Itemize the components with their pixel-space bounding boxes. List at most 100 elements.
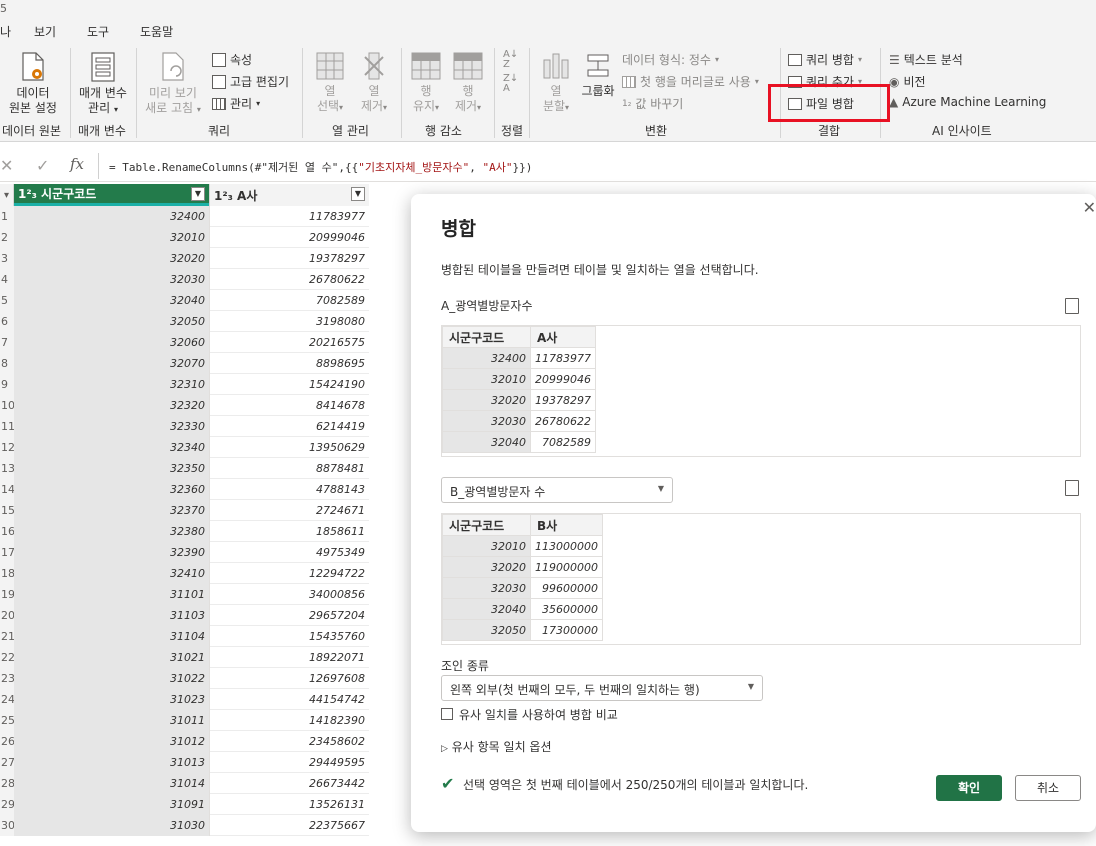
formula-input[interactable]: = Table.RenameColumns(#"제거된 열 수",{{"기초지자… <box>98 153 1088 179</box>
table-row[interactable]: 19 31101 34000856 <box>0 584 369 605</box>
cell-code[interactable]: 32060 <box>14 332 209 353</box>
cell-code[interactable]: 32020 <box>14 248 209 269</box>
menu-item-tools[interactable]: 도구 <box>87 23 109 40</box>
cell-code[interactable]: 31023 <box>14 689 209 710</box>
filter-dropdown-icon[interactable]: ▼ <box>191 187 205 201</box>
cell-a[interactable]: 15424190 <box>209 374 369 395</box>
text-analytics-button[interactable]: ☰ 텍스트 분석 <box>889 51 963 68</box>
azure-ml-button[interactable]: ▲ Azure Machine Learning <box>889 95 1046 109</box>
merge-queries-button[interactable]: 쿼리 병합 ▾ <box>788 51 862 68</box>
cancel-button[interactable]: 취소 <box>1015 775 1081 801</box>
cell-code[interactable]: 31011 <box>14 710 209 731</box>
menu-item-partial[interactable]: 나 <box>0 23 11 40</box>
cell-code[interactable]: 31021 <box>14 647 209 668</box>
table-row[interactable]: 17 32390 4975349 <box>0 542 369 563</box>
split-column-button[interactable]: 열 분할▾ <box>536 52 576 115</box>
sort-ascending-button[interactable]: A↓ Z <box>503 50 518 70</box>
table-row[interactable]: 30 31030 22375667 <box>0 815 369 836</box>
table-row[interactable]: 26 31012 23458602 <box>0 731 369 752</box>
cell-code[interactable]: 31104 <box>14 626 209 647</box>
cell-code[interactable]: 31101 <box>14 584 209 605</box>
cell-code[interactable]: 31013 <box>14 752 209 773</box>
table-row[interactable]: 6 32050 3198080 <box>0 311 369 332</box>
table-row[interactable]: 9 32310 15424190 <box>0 374 369 395</box>
cell-code[interactable]: 31022 <box>14 668 209 689</box>
replace-values-button[interactable]: 1₂ 값 바꾸기 <box>622 95 683 112</box>
cell-code[interactable]: 32310 <box>14 374 209 395</box>
table-row[interactable]: 24 31023 44154742 <box>0 689 369 710</box>
keep-rows-button[interactable]: 행 유지▾ <box>406 52 446 115</box>
ok-button[interactable]: 확인 <box>936 775 1002 801</box>
cell-code[interactable]: 32360 <box>14 479 209 500</box>
table-row[interactable]: 28 31014 26673442 <box>0 773 369 794</box>
cell-code[interactable]: 31103 <box>14 605 209 626</box>
data-source-settings-button[interactable]: 데이터 원본 설정 <box>4 52 62 116</box>
table-row[interactable]: 7 32060 20216575 <box>0 332 369 353</box>
table-row[interactable]: 12 32340 13950629 <box>0 437 369 458</box>
cell-a[interactable]: 15435760 <box>209 626 369 647</box>
table-row[interactable]: 10 32320 8414678 <box>0 395 369 416</box>
close-icon[interactable]: ✕ <box>1083 198 1096 217</box>
grid-corner-menu[interactable]: ▾ <box>0 184 14 206</box>
manage-parameters-button[interactable]: 매개 변수 관리 ▾ <box>74 52 132 117</box>
column-header-a[interactable]: 1²₃ A사 ▼ <box>209 184 369 206</box>
fuzzy-match-checkbox[interactable] <box>441 708 453 720</box>
menu-item-help[interactable]: 도움말 <box>140 23 173 40</box>
cell-code[interactable]: 31014 <box>14 773 209 794</box>
table-row[interactable]: 22 31021 18922071 <box>0 647 369 668</box>
fx-icon[interactable]: fx <box>70 155 84 173</box>
cell-code[interactable]: 31030 <box>14 815 209 836</box>
cell-code[interactable]: 32070 <box>14 353 209 374</box>
cell-a[interactable]: 6214419 <box>209 416 369 437</box>
table-row[interactable]: 15 32370 2724671 <box>0 500 369 521</box>
cell-code[interactable]: 31091 <box>14 794 209 815</box>
table-row[interactable]: 3 32020 19378297 <box>0 248 369 269</box>
cell-code[interactable]: 32370 <box>14 500 209 521</box>
cell-code[interactable]: 32380 <box>14 521 209 542</box>
table-row[interactable]: 5 32040 7082589 <box>0 290 369 311</box>
sort-descending-button[interactable]: Z↓ A <box>503 74 518 94</box>
advanced-editor-button[interactable]: 고급 편집기 <box>212 73 289 90</box>
table-row[interactable]: 25 31011 14182390 <box>0 710 369 731</box>
menu-item-view[interactable]: 보기 <box>34 23 56 40</box>
vision-button[interactable]: ◉ 비전 <box>889 73 926 90</box>
cell-a[interactable]: 4975349 <box>209 542 369 563</box>
cell-a[interactable]: 1858611 <box>209 521 369 542</box>
cell-code[interactable]: 32330 <box>14 416 209 437</box>
table-row[interactable]: 8 32070 8898695 <box>0 353 369 374</box>
remove-columns-button[interactable]: 열 제거▾ <box>354 52 394 115</box>
cell-a[interactable]: 34000856 <box>209 584 369 605</box>
cell-a[interactable]: 29449595 <box>209 752 369 773</box>
cell-a[interactable]: 26780622 <box>209 269 369 290</box>
cell-a[interactable]: 4788143 <box>209 479 369 500</box>
cell-a[interactable]: 20216575 <box>209 332 369 353</box>
cell-a[interactable]: 12294722 <box>209 563 369 584</box>
use-first-row-as-headers-button[interactable]: 첫 행을 머리글로 사용 ▾ <box>622 73 759 90</box>
cell-code[interactable]: 31012 <box>14 731 209 752</box>
cell-a[interactable]: 26673442 <box>209 773 369 794</box>
cell-a[interactable]: 18922071 <box>209 647 369 668</box>
cell-a[interactable]: 13526131 <box>209 794 369 815</box>
cell-a[interactable]: 44154742 <box>209 689 369 710</box>
cell-a[interactable]: 8898695 <box>209 353 369 374</box>
preview-column-header[interactable]: 시군구코드 <box>442 326 531 348</box>
data-type-dropdown[interactable]: 데이터 형식: 정수 ▾ <box>622 51 719 68</box>
cell-a[interactable]: 20999046 <box>209 227 369 248</box>
refresh-table-icon[interactable] <box>1065 480 1079 496</box>
column-header-code[interactable]: 1²₃ 시군구코드 ▼ <box>14 184 209 206</box>
table-row[interactable]: 23 31022 12697608 <box>0 668 369 689</box>
table-row[interactable]: 18 32410 12294722 <box>0 563 369 584</box>
table-row[interactable]: 27 31013 29449595 <box>0 752 369 773</box>
cell-a[interactable]: 19378297 <box>209 248 369 269</box>
table-row[interactable]: 16 32380 1858611 <box>0 521 369 542</box>
cell-a[interactable]: 8878481 <box>209 458 369 479</box>
table-row[interactable]: 14 32360 4788143 <box>0 479 369 500</box>
cell-a[interactable]: 23458602 <box>209 731 369 752</box>
table-row[interactable]: 13 32350 8878481 <box>0 458 369 479</box>
refresh-table-icon[interactable] <box>1065 298 1079 314</box>
cell-code[interactable]: 32390 <box>14 542 209 563</box>
cell-a[interactable]: 12697608 <box>209 668 369 689</box>
check-icon[interactable]: ✓ <box>36 156 49 175</box>
cell-code[interactable]: 32350 <box>14 458 209 479</box>
preview-column-header[interactable]: 시군구코드 <box>442 514 531 536</box>
